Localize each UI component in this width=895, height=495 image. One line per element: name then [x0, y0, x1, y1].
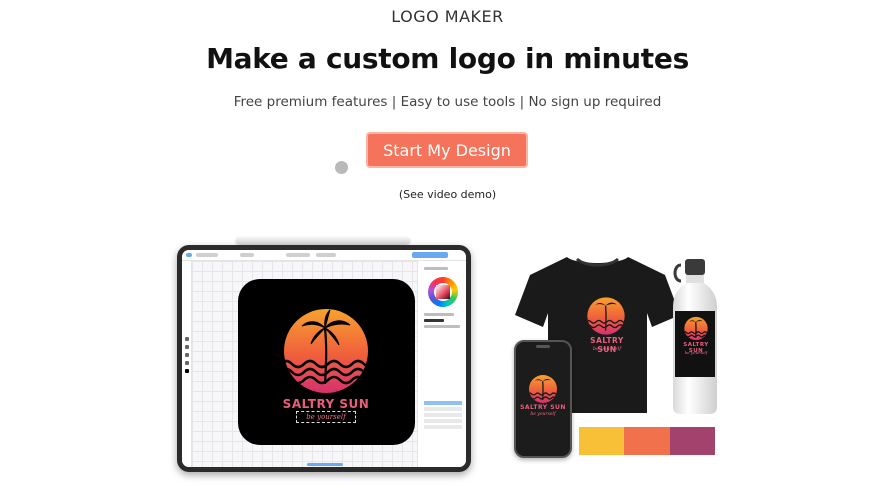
- editor-topbar: [182, 250, 466, 261]
- logo-tagline-selected: be yourself: [296, 411, 356, 423]
- editor-bottom-indicator: [307, 463, 343, 466]
- bottle-logo: [683, 316, 709, 341]
- stylus-pencil: [236, 237, 410, 244]
- color-palette: [579, 427, 715, 455]
- logo-brand-text: SALTRY SUN: [282, 397, 370, 411]
- video-demo-link[interactable]: (See video demo): [0, 188, 895, 201]
- palette-swatch-magenta: [669, 427, 715, 455]
- tshirt-tagline-text: be yourself: [592, 346, 622, 352]
- feature-subline: Free premium features | Easy to use tool…: [233, 94, 662, 110]
- editor-left-toolbar: [182, 261, 192, 467]
- page-headline: Make a custom logo in minutes: [206, 42, 689, 75]
- carousel-dot[interactable]: [335, 161, 348, 174]
- sunset-logo: [280, 306, 372, 396]
- phone-tagline-text: be yourself: [530, 412, 556, 417]
- phone-logo: [527, 374, 559, 404]
- editor-canvas-grid: SALTRY SUN be yourself: [192, 261, 417, 467]
- start-design-button[interactable]: Start My Design: [366, 132, 528, 168]
- phone-brand-text: SALTRY SUN: [520, 404, 566, 411]
- tablet-mockup: SALTRY SUN be yourself: [177, 245, 471, 472]
- tshirt-logo: [585, 296, 627, 336]
- editor-right-panel: [417, 261, 466, 467]
- tablet-screen: SALTRY SUN be yourself: [182, 250, 466, 467]
- download-button-mini: [412, 252, 448, 258]
- palette-swatch-yellow: [579, 427, 625, 455]
- phone-mockup: SALTRY SUN be yourself: [514, 340, 572, 458]
- eyebrow-title: LOGO MAKER: [391, 7, 504, 26]
- palette-swatch-orange: [624, 427, 670, 455]
- app-logo-icon: [186, 253, 192, 257]
- bottle-tagline-text: be yourself: [684, 350, 708, 355]
- logo-canvas-card: SALTRY SUN be yourself: [238, 279, 415, 445]
